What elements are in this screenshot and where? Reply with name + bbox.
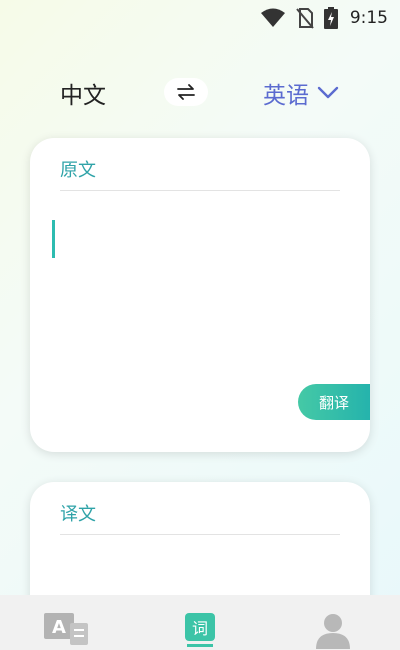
source-card: 原文 翻译	[30, 138, 370, 452]
dictionary-badge-text: 词	[191, 619, 208, 638]
battery-charging-icon	[323, 7, 338, 29]
no-sim-icon	[296, 8, 314, 29]
status-bar: 9:15	[0, 0, 400, 36]
svg-text:A: A	[52, 617, 66, 638]
swap-language-button[interactable]	[164, 78, 208, 106]
divider	[60, 534, 340, 535]
translate-button[interactable]: 翻译	[298, 384, 370, 420]
status-time: 9:15	[349, 8, 388, 28]
chevron-down-icon	[317, 86, 339, 99]
nav-item-profile[interactable]	[314, 613, 352, 650]
target-language: 英语	[263, 83, 309, 109]
wifi-icon	[260, 8, 285, 27]
target-language-selector[interactable]: 英语	[263, 76, 339, 110]
swap-arrows-icon	[177, 84, 195, 100]
language-bar: 中文 英语	[0, 70, 400, 114]
nav-item-dictionary[interactable]: 词	[183, 611, 217, 650]
translate-icon: A	[44, 613, 88, 645]
nav-item-translate[interactable]: A	[44, 613, 90, 650]
source-language[interactable]: 中文	[60, 76, 106, 110]
source-card-title: 原文	[60, 160, 96, 181]
profile-icon	[316, 614, 350, 649]
result-card-title: 译文	[60, 504, 96, 525]
bottom-nav: A 词	[0, 595, 400, 650]
source-text-input[interactable]	[52, 216, 352, 386]
divider	[60, 190, 340, 191]
